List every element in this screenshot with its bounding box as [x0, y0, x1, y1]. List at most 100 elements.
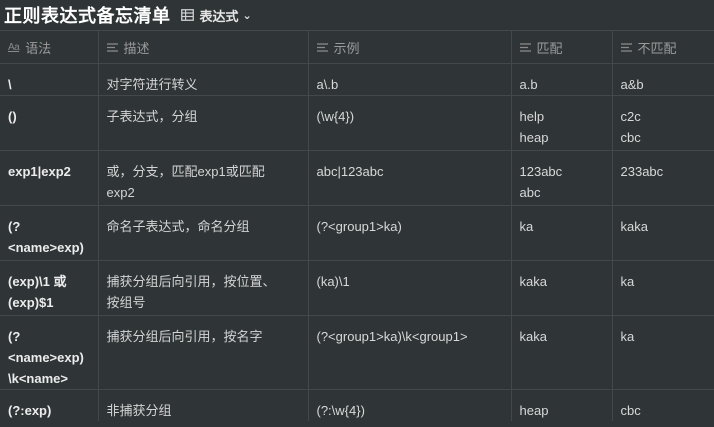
- text-lines-icon: [106, 42, 118, 52]
- cell-syntax[interactable]: \: [0, 63, 99, 96]
- cell-line: (exp)$1: [8, 295, 54, 310]
- table-icon: [180, 9, 194, 21]
- table-row[interactable]: \ 对字符进行转义 a\.b a.b a&b: [0, 63, 714, 96]
- cell-line: ka: [620, 274, 635, 289]
- cell-nomatch[interactable]: ka: [612, 315, 714, 390]
- cell-line: a.b: [519, 77, 538, 92]
- cell-line: exp2: [106, 185, 135, 200]
- cell-line: \k<name>: [8, 371, 68, 386]
- table-row[interactable]: (? <name>exp) 命名子表达式，命名分组 (?<group1>ka) k…: [0, 205, 714, 261]
- table-row[interactable]: exp1|exp2 或，分支，匹配exp1或匹配 exp2 abc|123abc …: [0, 150, 714, 206]
- cell-match[interactable]: a.b: [511, 63, 613, 96]
- cell-line: 非捕获分组: [106, 403, 172, 418]
- cell-syntax[interactable]: (): [0, 95, 99, 151]
- cell-line: (?: [8, 219, 21, 234]
- chevron-down-icon: ⌄: [242, 9, 252, 22]
- cell-description[interactable]: 非捕获分组: [98, 389, 309, 421]
- cell-example[interactable]: a\.b: [308, 63, 512, 96]
- cell-line: heap: [519, 130, 549, 145]
- cell-line: 命名子表达式，命名分组: [106, 219, 250, 234]
- cell-line: (?: [8, 329, 21, 344]
- cell-line: c2c: [620, 109, 641, 124]
- column-header-match[interactable]: 匹配: [511, 30, 613, 64]
- cell-syntax[interactable]: exp1|exp2: [0, 150, 99, 206]
- column-header-syntax[interactable]: Aa 语法: [0, 30, 99, 64]
- cell-match[interactable]: 123abc abc: [511, 150, 613, 206]
- column-label: 匹配: [536, 40, 563, 56]
- cell-line: (?:exp): [8, 403, 52, 418]
- regex-table: Aa 语法 描述 示例 匹配 不匹配 \ 对字符进行转义 a\.b a.b a&b…: [0, 30, 714, 421]
- cell-line: 对字符进行转义: [106, 77, 198, 92]
- cell-line: (exp)\1 或: [8, 274, 67, 289]
- cell-example[interactable]: abc|123abc: [308, 150, 512, 206]
- column-header-nomatch[interactable]: 不匹配: [612, 30, 714, 64]
- cell-description[interactable]: 捕获分组后向引用，按位置、 按组号: [98, 260, 309, 316]
- column-label: 不匹配: [637, 40, 677, 56]
- cell-line: ka: [620, 329, 635, 344]
- text-lines-icon: [519, 42, 531, 52]
- cell-line: kaka: [519, 274, 547, 289]
- cell-line: kaka: [620, 219, 648, 234]
- cell-nomatch[interactable]: a&b: [612, 63, 714, 96]
- cell-line: <name>exp): [8, 240, 84, 255]
- cell-nomatch[interactable]: kaka: [612, 205, 714, 261]
- cell-line: 捕获分组后向引用，按位置、: [106, 274, 276, 289]
- cell-description[interactable]: 捕获分组后向引用，按名字: [98, 315, 309, 390]
- cell-line: <name>exp): [8, 350, 84, 365]
- cell-example[interactable]: (\w{4}): [308, 95, 512, 151]
- table-row[interactable]: () 子表达式，分组 (\w{4}) help heap c2c cbc: [0, 95, 714, 151]
- cell-example[interactable]: (?<group1>ka): [308, 205, 512, 261]
- cell-description[interactable]: 对字符进行转义: [98, 63, 309, 96]
- cell-nomatch[interactable]: 233abc: [612, 150, 714, 206]
- table-header-row: Aa 语法 描述 示例 匹配 不匹配: [0, 30, 714, 64]
- cell-syntax[interactable]: (?:exp): [0, 389, 99, 421]
- column-header-description[interactable]: 描述: [98, 30, 309, 64]
- cell-nomatch[interactable]: cbc: [612, 389, 714, 421]
- table-row[interactable]: (? <name>exp) \k<name> 捕获分组后向引用，按名字 (?<gro…: [0, 315, 714, 390]
- column-header-example[interactable]: 示例: [308, 30, 512, 64]
- aa-title-icon: Aa: [8, 41, 20, 53]
- cell-line: 按组号: [106, 295, 146, 310]
- cell-description[interactable]: 或，分支，匹配exp1或匹配 exp2: [98, 150, 309, 206]
- table-row[interactable]: (exp)\1 或 (exp)$1 捕获分组后向引用，按位置、 按组号 (ka)\1…: [0, 260, 714, 316]
- cell-line: exp1|exp2: [8, 164, 71, 179]
- cell-match[interactable]: help heap: [511, 95, 613, 151]
- table-row[interactable]: (?:exp) 非捕获分组 (?:\w{4}) heap cbc: [0, 389, 714, 421]
- header-bar: 正则表达式备忘清单 表达式 ⌄: [0, 0, 714, 30]
- cell-example[interactable]: (?:\w{4}): [308, 389, 512, 421]
- cell-syntax[interactable]: (? <name>exp) \k<name>: [0, 315, 99, 390]
- cell-description[interactable]: 命名子表达式，命名分组: [98, 205, 309, 261]
- cell-line: 123abc: [519, 164, 563, 179]
- cell-line: abc|123abc: [316, 164, 384, 179]
- cell-line: a&b: [620, 77, 644, 92]
- cell-nomatch[interactable]: c2c cbc: [612, 95, 714, 151]
- view-switcher[interactable]: 表达式 ⌄: [180, 6, 252, 25]
- cell-syntax[interactable]: (? <name>exp): [0, 205, 99, 261]
- cell-description[interactable]: 子表达式，分组: [98, 95, 309, 151]
- cell-example[interactable]: (?<group1>ka)\k<group1>: [308, 315, 512, 390]
- column-label: 描述: [123, 40, 150, 56]
- cell-syntax[interactable]: (exp)\1 或 (exp)$1: [0, 260, 99, 316]
- text-lines-icon: [620, 42, 632, 52]
- cell-line: (ka)\1: [316, 274, 350, 289]
- cell-line: (?<group1>ka)\k<group1>: [316, 329, 468, 344]
- cell-match[interactable]: heap: [511, 389, 613, 421]
- cell-example[interactable]: (ka)\1: [308, 260, 512, 316]
- text-lines-icon: [316, 42, 328, 52]
- cell-line: cbc: [620, 403, 641, 418]
- cell-match[interactable]: kaka: [511, 260, 613, 316]
- column-label: 示例: [333, 40, 360, 56]
- cell-line: 或，分支，匹配exp1或匹配: [106, 164, 265, 179]
- cell-line: 233abc: [620, 164, 664, 179]
- page-title: 正则表达式备忘清单: [4, 6, 171, 26]
- cell-line: cbc: [620, 130, 641, 145]
- cell-nomatch[interactable]: ka: [612, 260, 714, 316]
- cell-line: kaka: [519, 329, 547, 344]
- cell-line: (?<group1>ka): [316, 219, 402, 234]
- cell-match[interactable]: ka: [511, 205, 613, 261]
- column-label: 语法: [25, 40, 52, 56]
- cell-line: (\w{4}): [316, 109, 355, 124]
- cell-line: help: [519, 109, 545, 124]
- cell-line: 捕获分组后向引用，按名字: [106, 329, 263, 344]
- cell-match[interactable]: kaka: [511, 315, 613, 390]
